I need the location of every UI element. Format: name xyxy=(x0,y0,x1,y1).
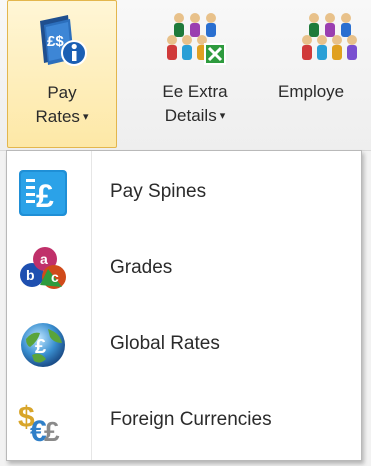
svg-text:£: £ xyxy=(36,178,54,214)
chevron-down-icon: ▾ xyxy=(82,111,89,123)
svg-text:£: £ xyxy=(44,416,60,445)
svg-text:£$: £$ xyxy=(47,33,64,50)
pay-rates-button[interactable]: £$ Pay Rates ▾ xyxy=(7,0,117,148)
menu-item-label: Pay Spines xyxy=(110,181,207,202)
ee-extra-details-label-line1: Ee Extra xyxy=(162,82,228,101)
ee-extra-details-label-text: Details xyxy=(164,106,217,125)
svg-text:b: b xyxy=(26,267,35,283)
pay-rates-dropdown-menu: £ Pay Spines b a c Grades £ Global Rates… xyxy=(6,150,362,461)
ee-extra-details-label-line2: Details ▾ xyxy=(132,104,258,130)
menu-item-pay-spines[interactable]: £ Pay Spines xyxy=(8,155,360,229)
global-rates-icon: £ xyxy=(21,323,65,367)
grades-icon: b a c xyxy=(20,247,66,289)
pay-rates-label-line2: Rates ▾ xyxy=(8,105,116,131)
pay-rates-label-line1: Pay xyxy=(47,83,77,102)
chevron-down-icon: ▾ xyxy=(219,110,226,122)
svg-text:c: c xyxy=(51,269,59,285)
pay-rates-icon: £$ xyxy=(40,15,87,66)
menu-item-grades[interactable]: b a c Grades xyxy=(8,231,360,305)
employees-label: Employe xyxy=(278,82,345,101)
menu-item-label: Global Rates xyxy=(110,333,220,354)
foreign-currencies-icon: $ € £ xyxy=(18,401,60,445)
menu-item-global-rates[interactable]: £ Global Rates xyxy=(8,307,360,381)
employees-icon xyxy=(302,13,357,60)
pay-rates-label-text: Rates xyxy=(35,107,80,126)
ribbon: £$ Pay Rates ▾ Ee Extra Details ▾ Employ… xyxy=(0,0,371,151)
svg-text:a: a xyxy=(40,251,48,267)
svg-text:£: £ xyxy=(35,336,46,358)
menu-item-foreign-currencies[interactable]: $ € £ Foreign Currencies xyxy=(8,383,360,457)
employees-button[interactable]: Employe xyxy=(270,0,371,148)
pay-spines-icon: £ xyxy=(19,170,67,216)
employee-extra-details-icon xyxy=(167,13,226,65)
menu-item-label: Foreign Currencies xyxy=(110,409,272,430)
ee-extra-details-button[interactable]: Ee Extra Details ▾ xyxy=(132,0,258,148)
menu-item-label: Grades xyxy=(110,257,173,278)
